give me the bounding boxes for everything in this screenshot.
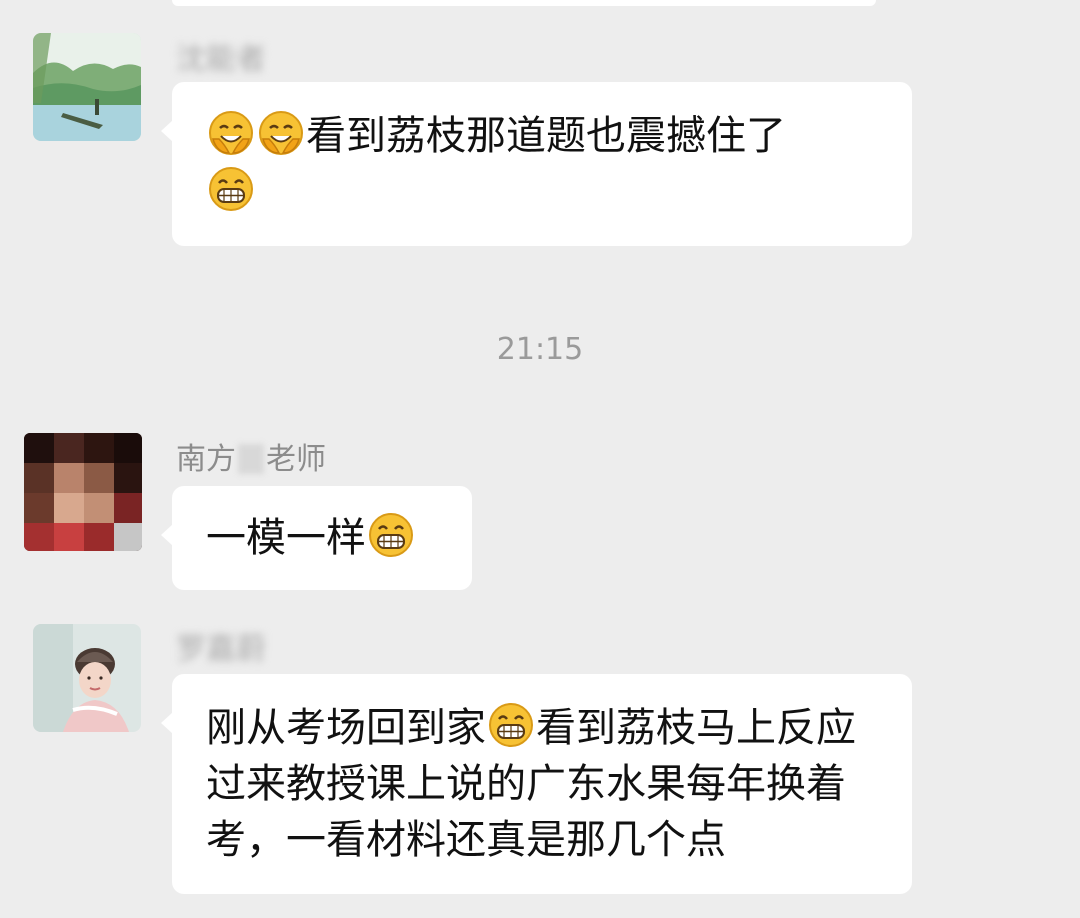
avatar-person-photo[interactable] xyxy=(24,433,142,551)
message-text-segment: 刚从考场回到家 xyxy=(206,705,486,751)
message-bubble[interactable]: 一模一样 xyxy=(161,486,472,590)
avatar-woman-beanie[interactable] xyxy=(33,624,141,732)
message-text: 一模一样 xyxy=(206,510,442,566)
chat-timestamp: 21:15 xyxy=(496,332,584,367)
grin-emoji xyxy=(367,511,415,559)
message-text-segment: 一模一样 xyxy=(206,515,366,561)
previous-message-bubble-edge[interactable] xyxy=(172,0,876,6)
message-text: 刚从考场回到家 看到荔枝马上反应过来教授课上说的广东水果每年换着考，一看材料还真… xyxy=(206,700,882,868)
message-text-segment: 看到荔枝那道题也震撼住了 xyxy=(306,113,786,159)
sender-name: 南方 老师 xyxy=(176,442,326,478)
shy-grin-emoji xyxy=(257,109,305,157)
grin-emoji xyxy=(207,165,255,213)
sender-name-prefix: 南方 xyxy=(176,442,236,477)
sender-name-suffix: 老师 xyxy=(266,442,326,477)
grin-emoji xyxy=(487,701,535,749)
message-text: 看到荔枝那道题也震撼住了 xyxy=(206,108,882,220)
message-bubble[interactable]: 看到荔枝那道题也震撼住了 xyxy=(161,82,912,246)
sender-name: 沈能者 xyxy=(176,42,266,77)
name-redaction xyxy=(238,444,264,474)
message-bubble[interactable]: 刚从考场回到家 看到荔枝马上反应过来教授课上说的广东水果每年换着考，一看材料还真… xyxy=(161,674,912,894)
avatar-landscape[interactable] xyxy=(33,33,141,141)
shy-grin-emoji xyxy=(207,109,255,157)
sender-name: 罗嘉蔚 xyxy=(176,632,266,667)
